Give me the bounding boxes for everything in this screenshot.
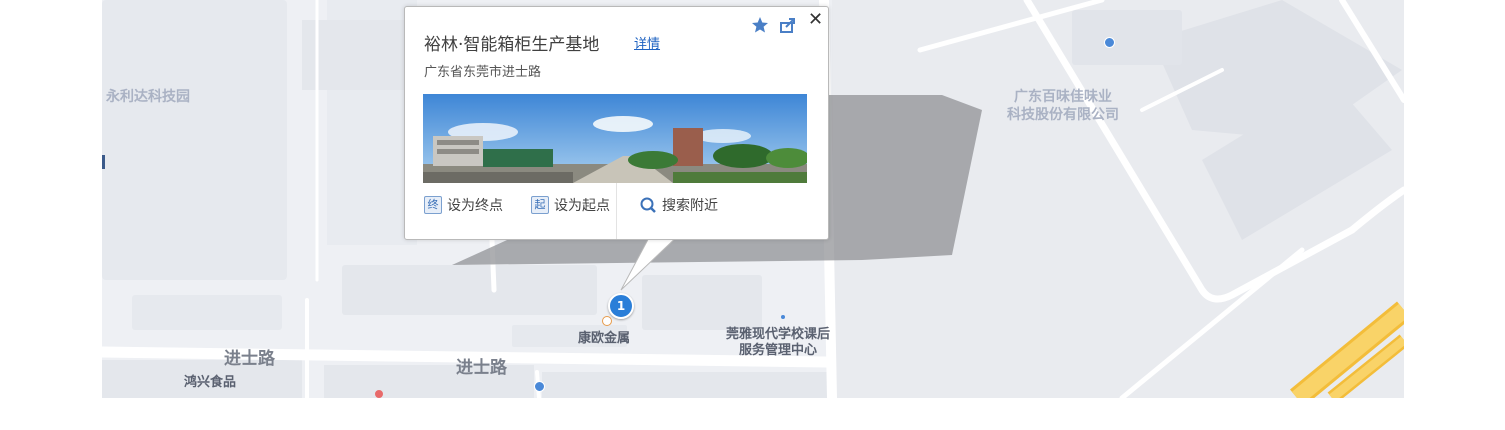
popup-address: 广东省东莞市进士路 xyxy=(424,65,542,80)
origin-icon: 起 xyxy=(531,196,549,214)
poi-label-guanya-school[interactable]: 莞雅现代学校课后 服务管理中心 xyxy=(726,327,830,359)
search-nearby-label: 搜索附近 xyxy=(662,198,718,214)
street-view-photo[interactable] xyxy=(423,94,807,183)
info-popup: 裕林·智能箱柜生产基地 详情 ✕ 广东省东莞市进士路 终 设为终点 起 设为起点… xyxy=(404,6,829,240)
poi-label-hongxing[interactable]: 鸿兴食品 xyxy=(184,375,236,391)
set-destination-button[interactable]: 终 设为终点 xyxy=(424,195,503,215)
poi-label-kangou[interactable]: 康欧金属 xyxy=(578,331,630,347)
poi-dot-blue-2[interactable] xyxy=(534,381,545,392)
edge-marker xyxy=(102,155,105,169)
poi-dot-school[interactable] xyxy=(781,315,785,319)
poi-dot-kangou[interactable] xyxy=(602,316,612,326)
search-icon xyxy=(640,197,656,213)
details-link[interactable]: 详情 xyxy=(634,33,660,52)
set-destination-label: 设为终点 xyxy=(447,198,503,214)
area-label-yonglida: 永利达科技园 xyxy=(106,89,190,105)
destination-icon: 终 xyxy=(424,196,442,214)
search-nearby-button[interactable]: 搜索附近 xyxy=(639,195,718,215)
location-marker-1[interactable]: 1 xyxy=(608,293,634,319)
share-icon[interactable] xyxy=(779,16,797,34)
star-icon[interactable] xyxy=(751,16,769,34)
poi-dot-red[interactable] xyxy=(375,390,383,398)
road-label-jinshi-left: 进士路 xyxy=(224,349,275,369)
area-label-baiweijia: 广东百味佳味业 科技股份有限公司 xyxy=(1007,89,1119,123)
set-origin-label: 设为起点 xyxy=(554,198,610,214)
action-divider xyxy=(616,183,617,239)
close-icon[interactable]: ✕ xyxy=(808,9,823,30)
poi-dot-blue-1[interactable] xyxy=(1104,37,1115,48)
road-label-jinshi-right: 进士路 xyxy=(456,358,507,378)
popup-title: 裕林·智能箱柜生产基地 xyxy=(424,35,600,55)
set-origin-button[interactable]: 起 设为起点 xyxy=(531,195,610,215)
